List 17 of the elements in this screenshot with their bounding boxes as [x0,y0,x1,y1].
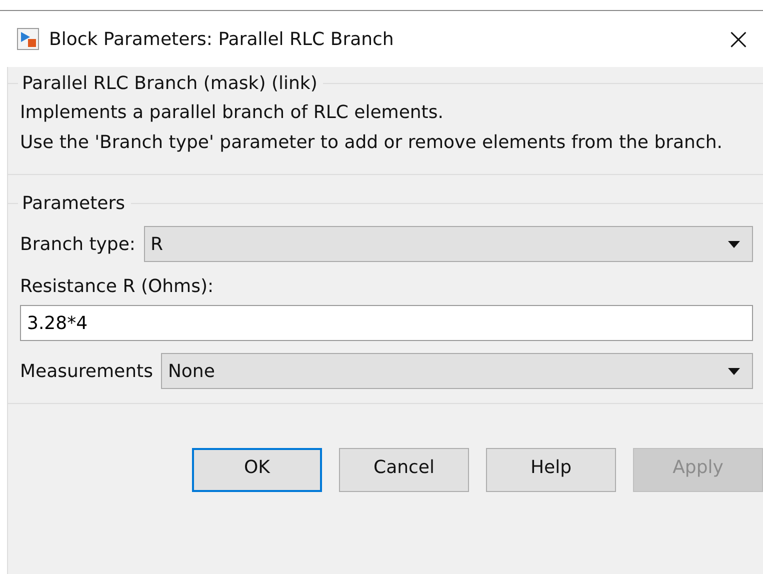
group-legend: Parallel RLC Branch (mask) (link) [18,73,324,94]
caret-icon [728,240,740,248]
field-label: Resistance R (Ohms): [20,276,215,297]
field-label: Branch type: [20,234,136,254]
description-text: Implements a parallel branch of RLC elements. Use the 'Branch type' parameter to add or remove elements from the branch. [20,101,724,155]
block-icon [17,28,39,50]
close-button[interactable]: × [726,22,751,56]
dialog-button[interactable]: Help [486,448,616,492]
group-legend: Parameters [18,193,132,214]
dropdown[interactable]: R [144,226,753,262]
window-title: Block Parameters: Parallel RLC Branch [49,28,395,50]
dialog-button[interactable]: Cancel [339,448,470,492]
field-label: Measurements [20,360,153,382]
dialog-button[interactable]: OK [192,448,322,492]
dropdown[interactable]: None [160,353,753,389]
caret-icon [728,368,740,374]
input-field[interactable]: 3.28*4 [20,305,753,341]
